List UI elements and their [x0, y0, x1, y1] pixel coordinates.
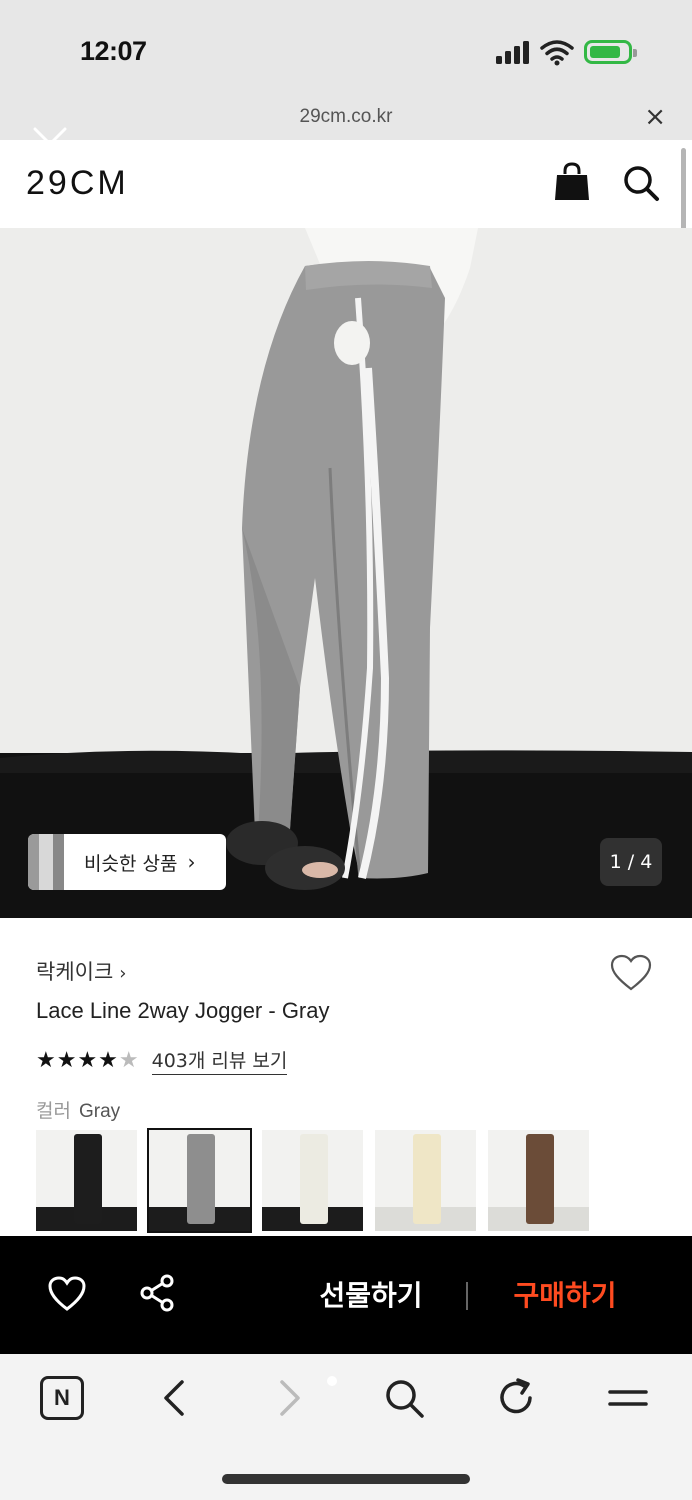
star-half: ★ — [118, 1047, 140, 1073]
purchase-action-bar: 선물하기 구매하기 — [0, 1236, 692, 1354]
status-bar: 12:07 — [0, 0, 692, 100]
color-swatch-cream[interactable] — [262, 1130, 363, 1231]
menu-icon[interactable] — [606, 1376, 650, 1420]
similar-products-button[interactable]: 비슷한 상품 › — [28, 834, 226, 890]
color-swatch-black[interactable] — [36, 1130, 137, 1231]
search-icon[interactable] — [382, 1376, 426, 1420]
buy-button[interactable]: 구매하기 — [500, 1274, 630, 1314]
search-icon[interactable] — [622, 164, 660, 202]
brand-link[interactable]: 락케이크 › — [36, 956, 126, 986]
naver-home-icon[interactable]: N — [40, 1376, 84, 1420]
swatch-product-thumb — [300, 1134, 328, 1224]
stars-full: ★★★★ — [36, 1047, 119, 1073]
brand-name: 락케이크 — [36, 960, 114, 984]
share-icon[interactable] — [138, 1274, 176, 1312]
color-swatch-butter[interactable] — [375, 1130, 476, 1231]
swatch-product-thumb — [187, 1134, 215, 1224]
shopping-bag-icon[interactable] — [554, 162, 590, 202]
close-tab-icon[interactable]: × — [644, 102, 666, 132]
battery-icon — [584, 40, 637, 64]
forward-icon[interactable] — [266, 1376, 310, 1420]
url-text[interactable]: 29cm.co.kr — [0, 106, 692, 128]
rating-stars: ★★★★★ — [36, 1048, 140, 1073]
chevron-right-icon: › — [187, 850, 196, 874]
rating-row: ★★★★★ 403개 리뷰 보기 — [36, 1046, 288, 1075]
reviews-link[interactable]: 403개 리뷰 보기 — [151, 1046, 288, 1075]
swatch-product-thumb — [413, 1134, 441, 1224]
action-divider — [466, 1282, 468, 1310]
image-counter: 1 / 4 — [600, 838, 662, 886]
wishlist-heart-icon[interactable] — [610, 954, 652, 992]
site-logo[interactable]: 29CM — [26, 164, 129, 203]
close-overlay-icon[interactable] — [30, 124, 70, 164]
color-value: Gray — [78, 1101, 121, 1122]
refresh-icon[interactable] — [494, 1376, 538, 1420]
color-swatch-brown[interactable] — [488, 1130, 589, 1231]
url-bar[interactable]: 29cm.co.kr × — [0, 100, 692, 140]
status-time: 12:07 — [80, 36, 147, 66]
similar-products-label: 비슷한 상품 — [84, 852, 178, 875]
wifi-icon — [540, 40, 574, 66]
like-heart-icon[interactable] — [48, 1276, 86, 1312]
product-image[interactable] — [0, 228, 692, 918]
home-indicator[interactable] — [222, 1474, 470, 1484]
chevron-right-icon: › — [119, 963, 127, 984]
product-name: Lace Line 2way Jogger - Gray — [36, 998, 330, 1023]
back-icon[interactable] — [154, 1376, 198, 1420]
color-swatches — [36, 1128, 589, 1233]
color-swatch-gray[interactable] — [147, 1128, 252, 1233]
swatch-product-thumb — [526, 1134, 554, 1224]
swatch-product-thumb — [74, 1134, 102, 1224]
gift-button[interactable]: 선물하기 — [306, 1274, 436, 1314]
page-indicator-dot — [327, 1376, 337, 1386]
color-row: 컬러 Gray — [36, 1096, 120, 1123]
similar-thumbnail — [28, 834, 64, 890]
cellular-signal-icon — [496, 40, 532, 64]
color-label: 컬러 — [36, 1100, 71, 1122]
product-photo — [0, 228, 692, 918]
